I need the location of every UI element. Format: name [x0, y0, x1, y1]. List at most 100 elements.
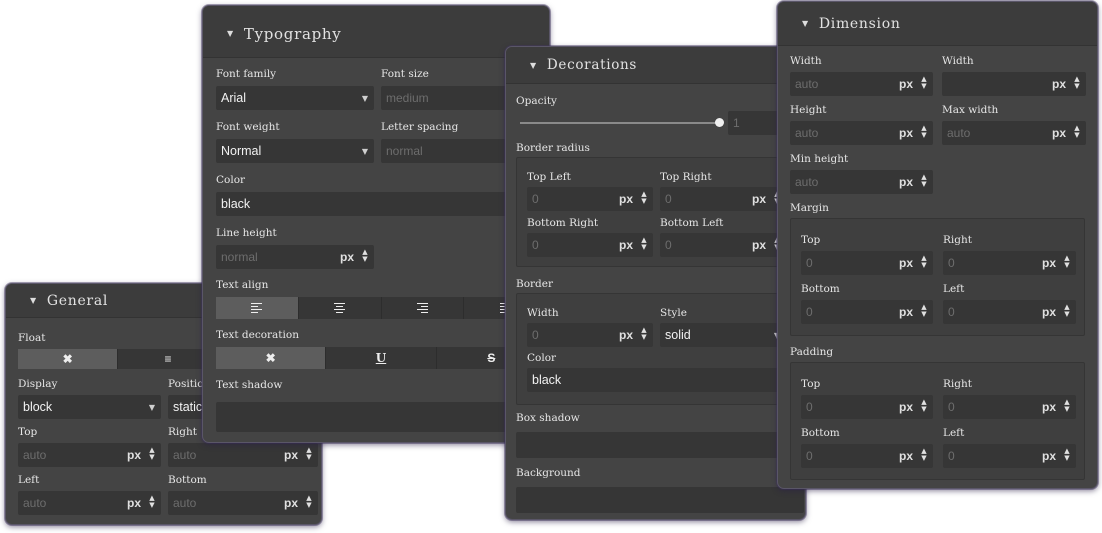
stepper-arrows-icon[interactable]: ▲▼ — [1063, 448, 1071, 462]
display-select[interactable]: block ▼ — [18, 395, 161, 419]
width-input-2[interactable]: px ▲ ▼ — [942, 72, 1086, 96]
stepper-arrows-icon[interactable]: ▲▼ — [1063, 255, 1071, 269]
width-input[interactable]: auto px ▲ ▼ — [790, 72, 933, 96]
text-shadow-field[interactable] — [216, 402, 546, 432]
panel-title: Decorations — [546, 57, 638, 73]
unit-label: px — [1041, 400, 1056, 414]
right-input[interactable]: auto px ▲ ▼ — [168, 443, 318, 467]
stepper-arrows-icon[interactable]: ▲▼ — [361, 249, 369, 263]
stepper-arrows-icon[interactable]: ▲▼ — [640, 237, 648, 251]
bottom-placeholder: auto — [173, 496, 197, 510]
stepper-arrows-icon[interactable]: ▲▼ — [1073, 76, 1081, 90]
stepper-arrows-icon[interactable]: ▲▼ — [640, 327, 648, 341]
unit-label: px — [283, 496, 298, 510]
bottom-right-input[interactable]: 0 px ▲ ▼ — [527, 233, 653, 257]
float-none-option[interactable]: ✖ — [18, 349, 119, 369]
stepper-arrows-icon[interactable]: ▲▼ — [1063, 399, 1071, 413]
dimension-header[interactable]: ▼ Dimension — [778, 2, 1097, 46]
decoration-underline-option[interactable]: U — [326, 347, 437, 369]
align-left-option[interactable] — [216, 297, 299, 319]
align-center-option[interactable] — [299, 297, 382, 319]
typography-header[interactable]: ▼ Typography — [203, 6, 549, 58]
underline-icon: U — [375, 351, 387, 365]
float-label: Float — [18, 332, 46, 344]
margin-right-placeholder: 0 — [948, 256, 955, 270]
margin-top-placeholder: 0 — [806, 256, 813, 270]
unit-label: px — [618, 328, 633, 342]
bottom-input[interactable]: auto px ▲ ▼ — [168, 491, 318, 515]
unit-label: px — [751, 192, 766, 206]
align-right-icon — [416, 301, 428, 315]
unit-label: px — [1041, 256, 1056, 270]
left-input[interactable]: auto px ▲ ▼ — [18, 491, 161, 515]
stepper-arrows-icon[interactable]: ▲▼ — [640, 191, 648, 205]
font-family-select[interactable]: Arial ▼ — [216, 86, 374, 110]
unit-label: px — [898, 449, 913, 463]
stepper-arrows-icon[interactable]: ▲▼ — [1063, 304, 1071, 318]
stepper-arrows-icon[interactable]: ▲▼ — [920, 448, 928, 462]
typography-panel: ▼ Typography Font family Arial ▼ Font si… — [202, 5, 550, 443]
padding-top-input[interactable]: 0 px ▲ ▼ — [801, 395, 933, 419]
stepper-arrows-icon[interactable]: ▲▼ — [920, 174, 928, 188]
caret-down-icon: ▼ — [802, 19, 809, 28]
bottom-left-label: Bottom Left — [660, 217, 724, 229]
font-size-placeholder: medium — [386, 91, 429, 105]
border-style-select[interactable]: solid ▼ — [660, 323, 786, 347]
unit-label: px — [751, 238, 766, 252]
opacity-slider-track[interactable] — [520, 122, 720, 124]
padding-bottom-input[interactable]: 0 px ▲ ▼ — [801, 444, 933, 468]
margin-top-input[interactable]: 0 px ▲ ▼ — [801, 251, 933, 275]
padding-left-input[interactable]: 0 px ▲ ▼ — [943, 444, 1076, 468]
margin-left-placeholder: 0 — [948, 305, 955, 319]
margin-bottom-placeholder: 0 — [806, 305, 813, 319]
padding-right-placeholder: 0 — [948, 400, 955, 414]
stepper-arrows-icon[interactable]: ▲▼ — [305, 447, 313, 461]
stepper-arrows-icon[interactable]: ▲▼ — [305, 495, 313, 509]
font-weight-select[interactable]: Normal ▼ — [216, 139, 374, 163]
caret-down-icon: ▼ — [227, 29, 234, 38]
height-input[interactable]: auto px ▲ ▼ — [790, 121, 933, 145]
panel-title: General — [46, 292, 109, 309]
left-placeholder: auto — [23, 496, 47, 510]
top-left-input[interactable]: 0 px ▲ ▼ — [527, 187, 653, 211]
unit-label: px — [283, 448, 298, 462]
color-input[interactable]: black — [216, 192, 546, 216]
stepper-arrows-icon[interactable]: ▲▼ — [920, 304, 928, 318]
min-height-label: Min height — [790, 153, 849, 165]
margin-bottom-input[interactable]: 0 px ▲ ▼ — [801, 300, 933, 324]
stepper-arrows-icon[interactable]: ▲▼ — [920, 255, 928, 269]
stepper-arrows-icon[interactable]: ▲▼ — [148, 495, 156, 509]
decoration-none-option[interactable]: ✖ — [216, 347, 327, 369]
border-color-input[interactable]: black — [527, 368, 801, 392]
max-width-input[interactable]: auto px ▲ ▼ — [942, 121, 1086, 145]
background-field[interactable] — [516, 487, 804, 513]
top-left-placeholder: 0 — [532, 192, 539, 206]
min-height-input[interactable]: auto px ▲ ▼ — [790, 170, 933, 194]
border-width-input[interactable]: 0 px ▲ ▼ — [527, 323, 653, 347]
align-right-option[interactable] — [382, 297, 465, 319]
top-right-input[interactable]: 0 px ▲▼ — [660, 187, 786, 211]
border-style-label: Style — [660, 307, 687, 319]
top-input[interactable]: auto px ▲ ▼ — [18, 443, 161, 467]
stepper-arrows-icon[interactable]: ▲▼ — [920, 399, 928, 413]
margin-left-input[interactable]: 0 px ▲ ▼ — [943, 300, 1076, 324]
bottom-left-input[interactable]: 0 px ▲▼ — [660, 233, 786, 257]
stepper-arrows-icon[interactable]: ▲▼ — [920, 125, 928, 139]
stepper-arrows-icon[interactable]: ▲▼ — [920, 76, 928, 90]
line-height-placeholder: normal — [221, 250, 258, 264]
margin-right-input[interactable]: 0 px ▲ ▼ — [943, 251, 1076, 275]
stepper-arrows-icon[interactable]: ▲▼ — [1073, 125, 1081, 139]
line-height-input[interactable]: normal px ▲ ▼ — [216, 245, 374, 269]
top-label: Top — [18, 426, 38, 438]
opacity-slider-knob[interactable] — [715, 118, 724, 127]
font-weight-label: Font weight — [216, 121, 280, 133]
box-shadow-field[interactable] — [516, 432, 804, 458]
top-left-label: Top Left — [527, 171, 571, 183]
opacity-value: 1 — [733, 116, 740, 130]
unit-label: px — [126, 496, 141, 510]
padding-right-input[interactable]: 0 px ▲ ▼ — [943, 395, 1076, 419]
stepper-arrows-icon[interactable]: ▲▼ — [148, 447, 156, 461]
decorations-header[interactable]: ▼ Decorations — [506, 47, 805, 84]
border-group: Width 0 px ▲▼ Style solid ▼ Color black — [516, 293, 804, 405]
text-align-label: Text align — [216, 279, 269, 291]
